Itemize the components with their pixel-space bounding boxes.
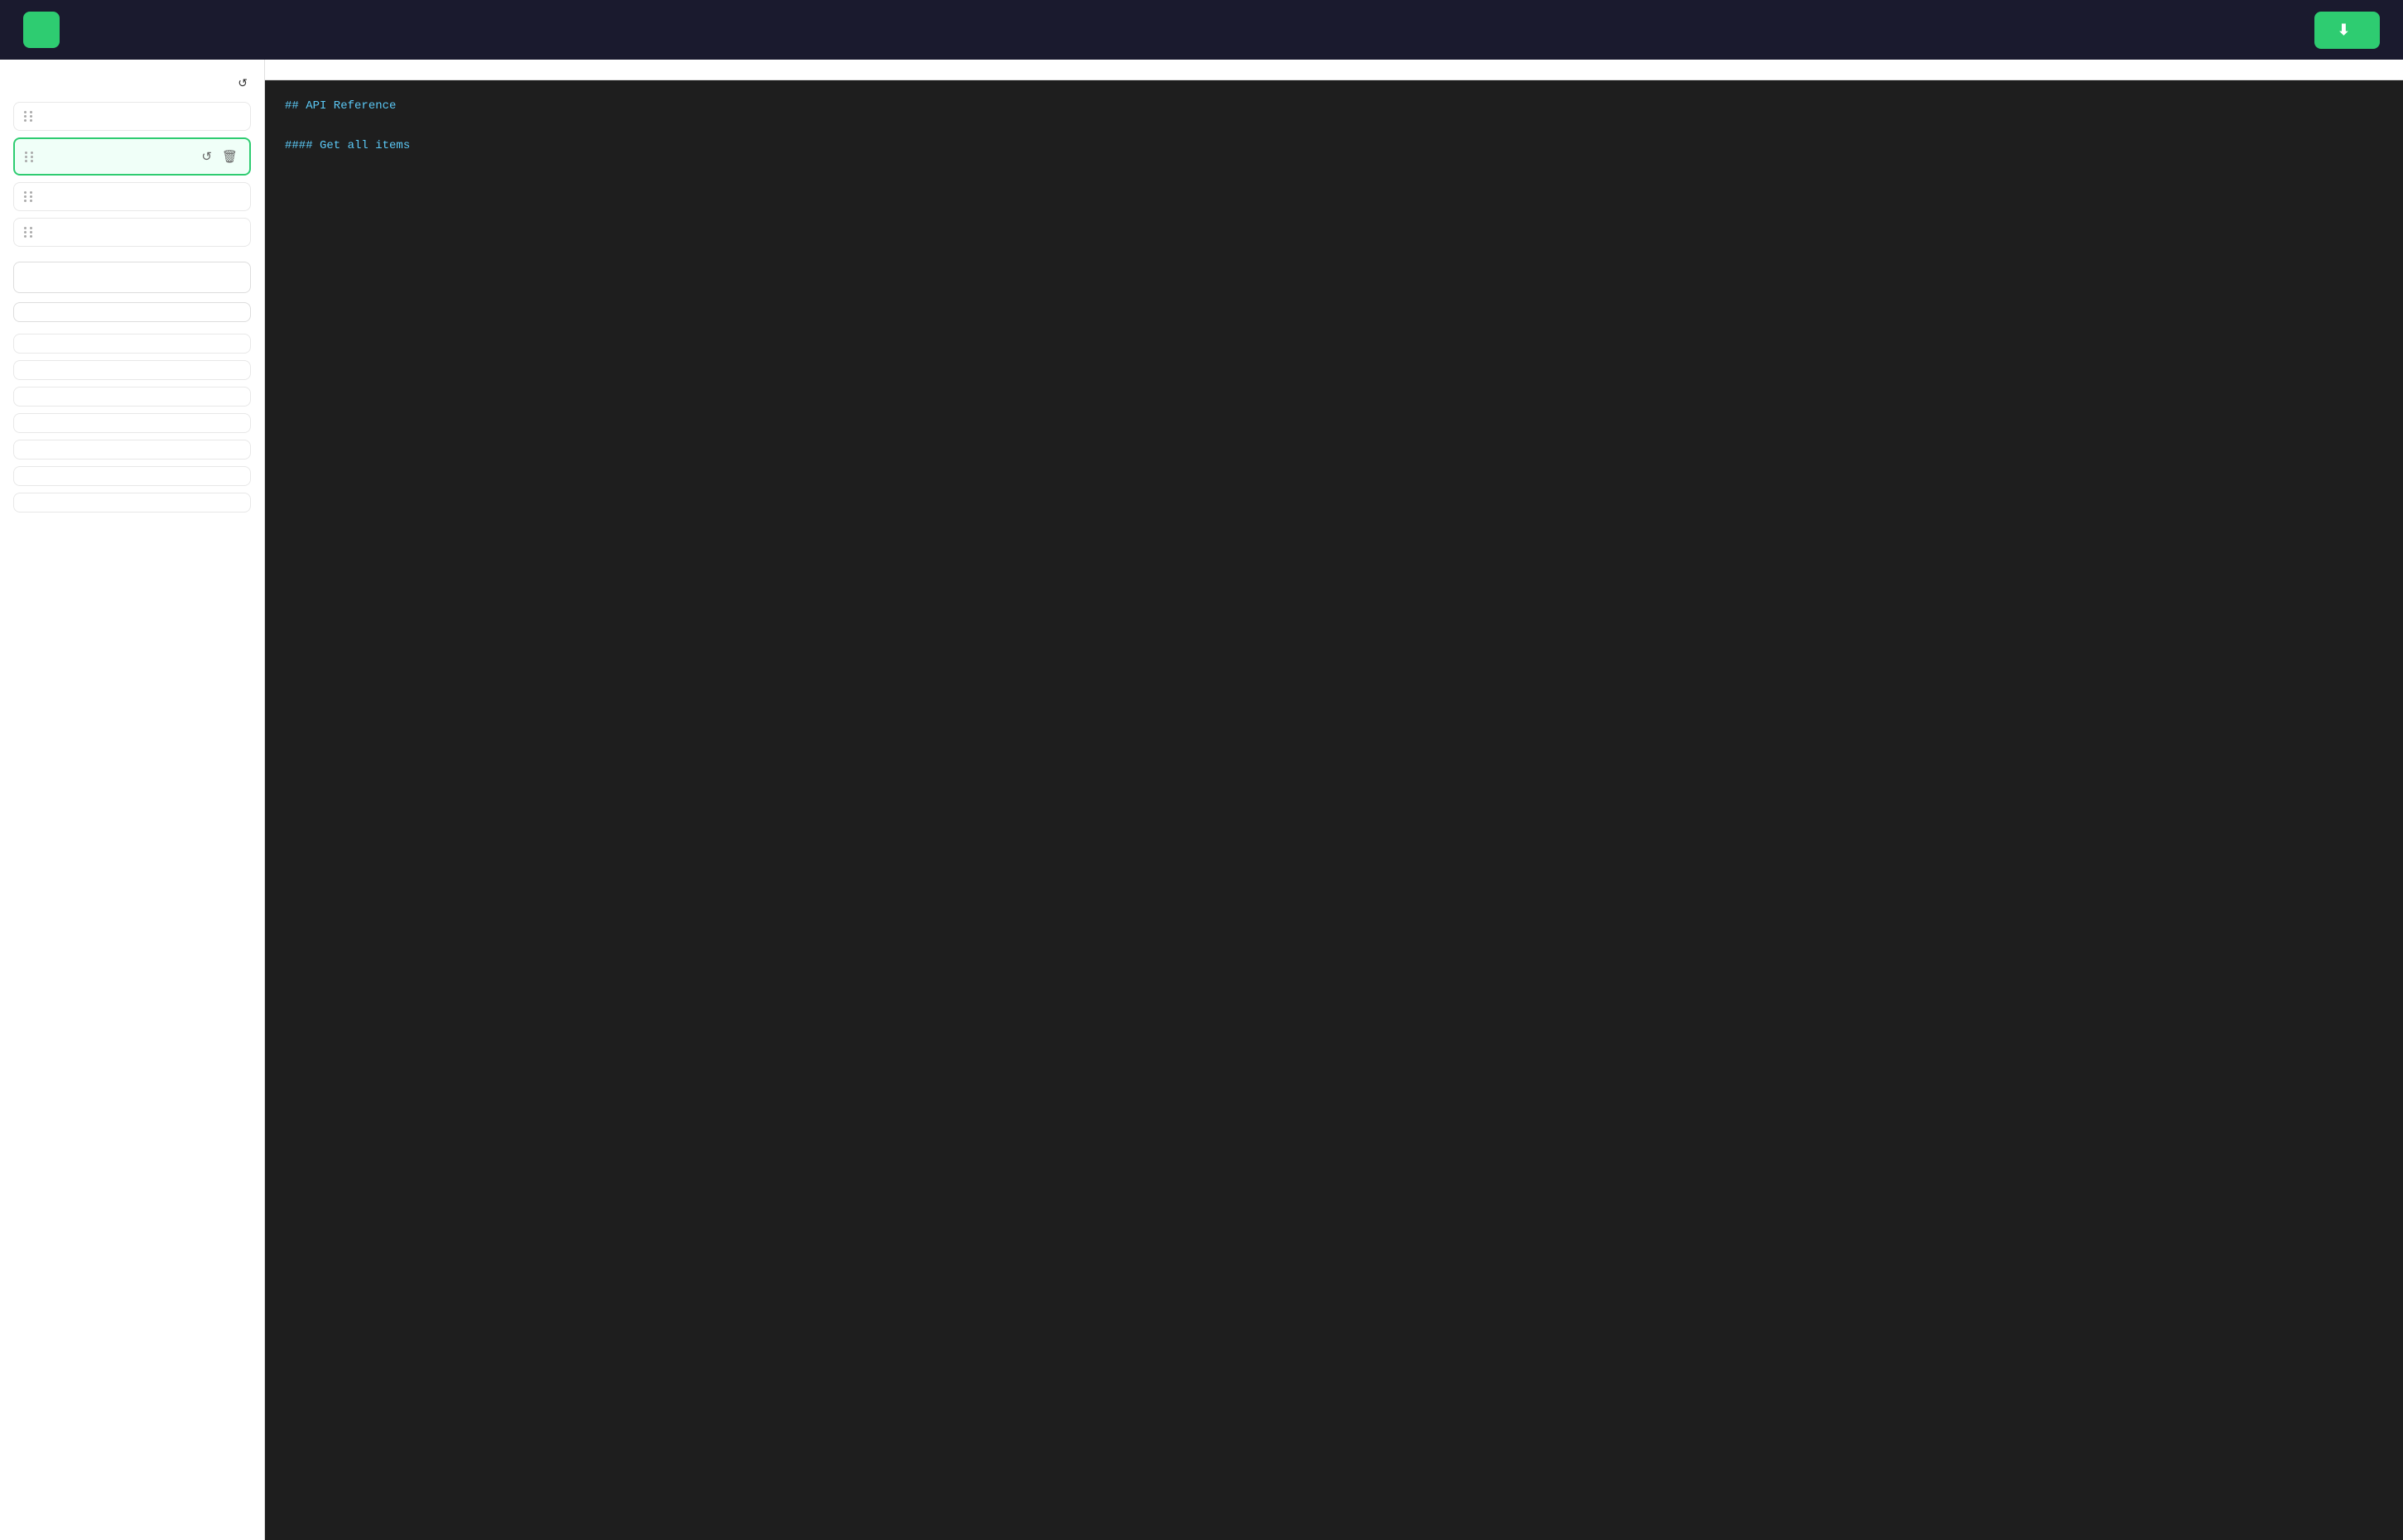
sidebar-item-appendix[interactable]	[13, 334, 251, 354]
download-button[interactable]: ⬇	[2314, 12, 2380, 49]
download-icon: ⬇	[2338, 22, 2350, 39]
sidebar-item-contributing[interactable]	[13, 413, 251, 433]
delete-section-button[interactable]: 🗑	[220, 147, 239, 166]
drag-handle	[24, 227, 34, 238]
logo[interactable]	[23, 12, 60, 48]
sidebar-item-badges[interactable]	[13, 360, 251, 380]
sidebar-item-color-reference[interactable]	[13, 387, 251, 407]
sidebar-item-title-desc[interactable]	[13, 102, 251, 131]
sidebar-item-demo[interactable]	[13, 440, 251, 460]
sidebar-item-api-reference[interactable]: ↺ 🗑	[13, 137, 251, 176]
sidebar: ↺	[0, 60, 265, 1540]
search-section-wrap	[13, 262, 251, 293]
sidebar-item-deployment[interactable]	[13, 466, 251, 486]
custom-section-button[interactable]	[13, 302, 251, 322]
editor-tab[interactable]	[265, 60, 2403, 80]
editor-content[interactable]: ## API Reference #### Get all items	[265, 80, 2403, 1540]
drag-handle	[25, 152, 35, 162]
reset-button[interactable]: ↺	[238, 76, 251, 90]
sidebar-item-acknowledgements[interactable]	[13, 218, 251, 247]
editor-pane: ## API Reference #### Get all items	[265, 60, 2403, 1540]
drag-handle	[24, 111, 34, 122]
available-sections-list	[13, 334, 251, 513]
drag-handle	[24, 191, 34, 202]
reset-icon: ↺	[238, 76, 248, 90]
topnav: ⬇	[0, 0, 2403, 60]
sidebar-item-authors[interactable]	[13, 182, 251, 211]
search-section-input[interactable]	[13, 262, 251, 293]
active-sections-list: ↺ 🗑	[13, 102, 251, 247]
sidebar-item-documentation[interactable]	[13, 493, 251, 513]
sidebar-header: ↺	[13, 76, 251, 90]
main-layout: ↺	[0, 60, 2403, 1540]
section-actions: ↺ 🗑	[200, 147, 239, 166]
topnav-right: ⬇	[2298, 12, 2380, 49]
refresh-section-button[interactable]: ↺	[200, 147, 214, 166]
